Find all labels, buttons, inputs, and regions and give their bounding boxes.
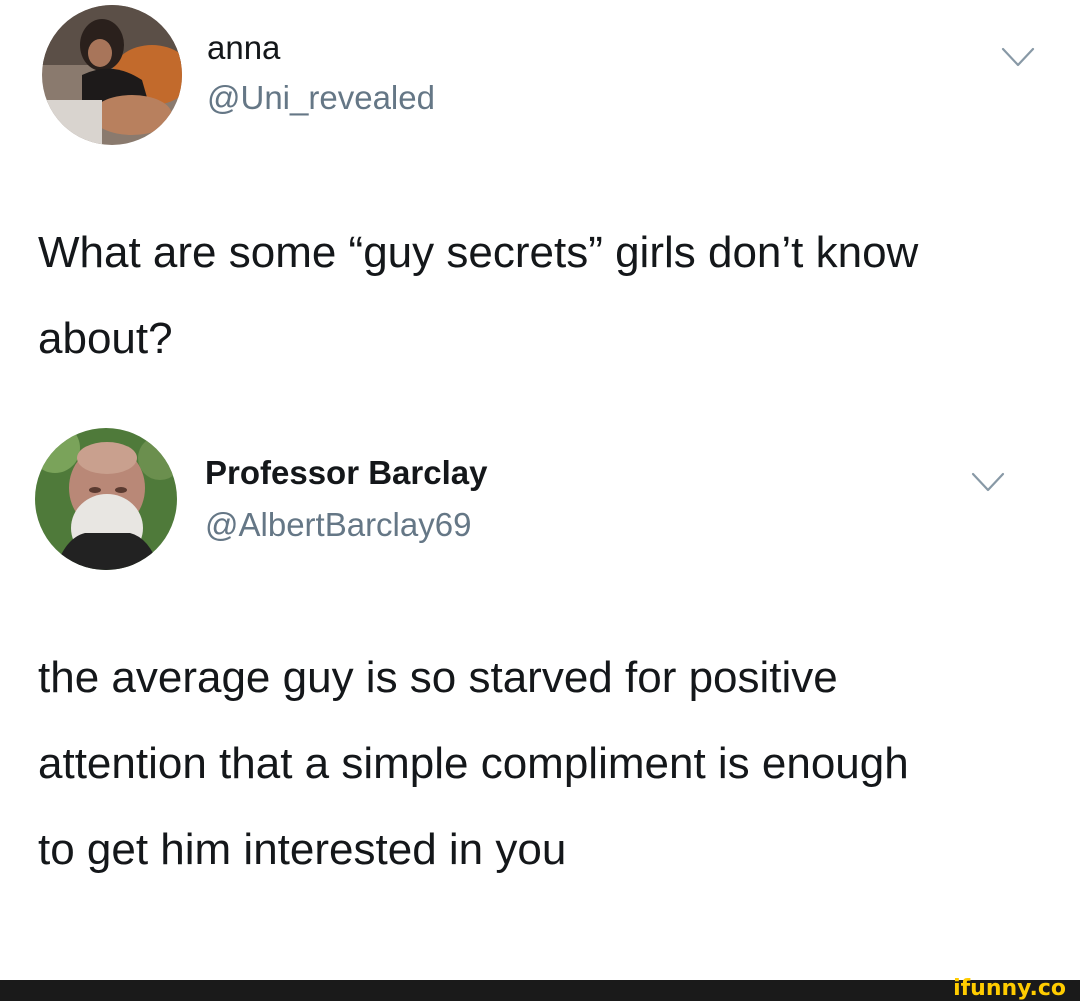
- ifunny-watermark: ifunny.co: [953, 976, 1066, 1001]
- display-name[interactable]: Professor Barclay: [205, 453, 487, 493]
- user-handle[interactable]: @Uni_revealed: [207, 78, 435, 118]
- user-handle[interactable]: @AlbertBarclay69: [205, 505, 471, 545]
- avatar-photo-icon: [35, 428, 177, 570]
- chevron-down-icon[interactable]: [1000, 45, 1036, 69]
- watermark-bar: ifunny.co: [0, 976, 1080, 1001]
- tweet: anna @Uni_revealed What are some “guy se…: [0, 0, 1080, 420]
- tweet-text: the average guy is so starved for positi…: [38, 653, 909, 874]
- tweet-text: What are some “guy secrets” girls don’t …: [38, 228, 919, 363]
- avatar-photo-icon: [42, 5, 182, 145]
- display-name[interactable]: anna: [207, 28, 280, 68]
- avatar[interactable]: [42, 5, 182, 145]
- avatar[interactable]: [35, 428, 177, 570]
- tweet: Professor Barclay @AlbertBarclay69 the a…: [0, 420, 1080, 980]
- chevron-down-icon[interactable]: [970, 470, 1006, 494]
